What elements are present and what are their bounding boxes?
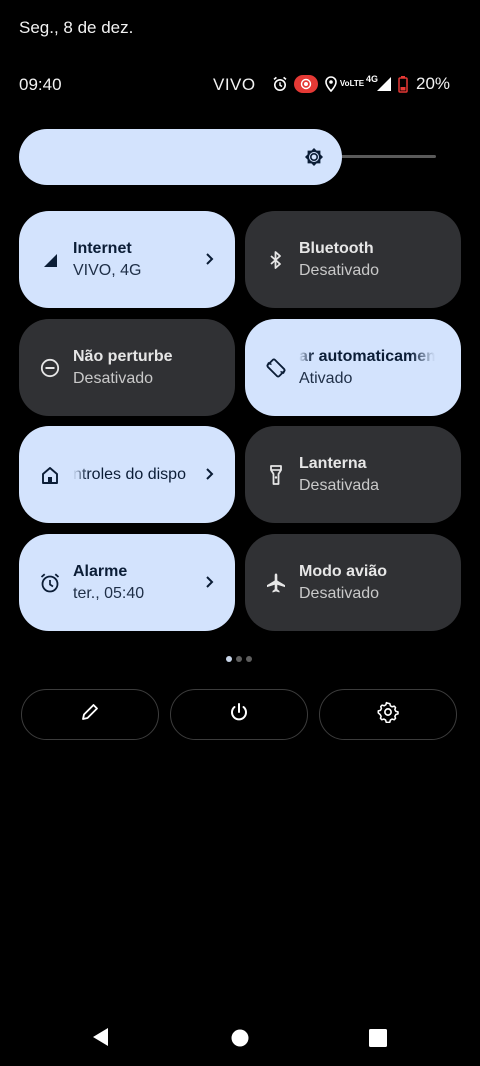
alarm-icon: [39, 572, 61, 594]
chevron-right-icon[interactable]: [203, 572, 217, 592]
power-icon: [229, 702, 249, 727]
alarm-icon: [272, 76, 288, 92]
chevron-right-icon[interactable]: [203, 249, 217, 269]
tile-title: Internet: [73, 240, 132, 257]
tile-title: ntroles do dispo: [73, 466, 186, 483]
page-dot: [246, 656, 252, 662]
home-icon: [230, 1029, 250, 1052]
tile-flashlight[interactable]: Lanterna Desativada: [245, 426, 461, 523]
tile-subtitle: ter., 05:40: [73, 585, 145, 602]
network-type-label: 4G: [366, 74, 379, 84]
volte-bottom-label: LTE: [349, 79, 365, 88]
page-indicator: [226, 656, 252, 662]
bluetooth-icon: [265, 249, 287, 271]
tile-subtitle: Desativada: [299, 477, 380, 494]
tile-subtitle: Desativado: [299, 262, 380, 279]
airplane-icon: [265, 572, 287, 594]
auto-rotate-icon: [265, 357, 287, 379]
power-button[interactable]: [170, 689, 308, 740]
tile-subtitle: Desativado: [299, 585, 380, 602]
signal-icon: 4G: [366, 74, 392, 92]
back-icon: [91, 1028, 111, 1052]
brightness-icon: [301, 144, 327, 170]
page-dot-active: [226, 656, 232, 662]
tile-subtitle: VIVO, 4G: [73, 262, 142, 279]
tile-title: Alarme: [73, 563, 128, 580]
chevron-right-icon[interactable]: [203, 464, 217, 484]
signal-icon: [39, 249, 61, 271]
tile-bluetooth[interactable]: Bluetooth Desativado: [245, 211, 461, 308]
battery-icon: [398, 75, 408, 93]
brightness-track[interactable]: [340, 155, 436, 158]
brightness-slider[interactable]: [19, 129, 342, 185]
tile-do-not-disturb[interactable]: Não perturbe Desativado: [19, 319, 235, 416]
carrier-label: VIVO: [213, 75, 256, 94]
tile-subtitle: Desativado: [73, 370, 154, 387]
location-icon: [324, 76, 338, 92]
tile-title: Lanterna: [299, 455, 367, 472]
tile-auto-rotate[interactable]: ar automaticamen Ativado: [245, 319, 461, 416]
back-button[interactable]: [91, 1026, 111, 1053]
recents-button[interactable]: [369, 1029, 387, 1052]
tile-title: ar automaticamen: [299, 348, 435, 365]
screen-record-icon: [294, 75, 318, 93]
date-label: Seg., 8 de dez.: [19, 18, 134, 37]
settings-icon: [377, 701, 399, 728]
tile-airplane-mode[interactable]: Modo avião Desativado: [245, 534, 461, 631]
battery-percent: 20%: [416, 74, 451, 93]
tile-internet[interactable]: Internet VIVO, 4G: [19, 211, 235, 308]
volte-top-label: Vo: [339, 79, 350, 88]
tile-device-controls[interactable]: ntroles do dispo: [19, 426, 235, 523]
edit-icon: [80, 702, 100, 727]
status-icons: Vo LTE 4G 20%: [272, 72, 450, 96]
tile-subtitle: Ativado: [299, 370, 353, 387]
page-dot: [236, 656, 242, 662]
settings-button[interactable]: [319, 689, 457, 740]
volte-icon: Vo LTE: [340, 80, 364, 88]
clock: 09:40: [19, 75, 62, 94]
tile-title: Não perturbe: [73, 348, 173, 365]
recents-icon: [369, 1029, 387, 1051]
tile-title: Bluetooth: [299, 240, 374, 257]
do-not-disturb-icon: [39, 357, 61, 379]
edit-button[interactable]: [21, 689, 159, 740]
home-button[interactable]: [230, 1028, 250, 1053]
flashlight-icon: [265, 464, 287, 486]
tile-title: Modo avião: [299, 563, 388, 580]
home-icon: [39, 464, 61, 486]
tile-alarm[interactable]: Alarme ter., 05:40: [19, 534, 235, 631]
